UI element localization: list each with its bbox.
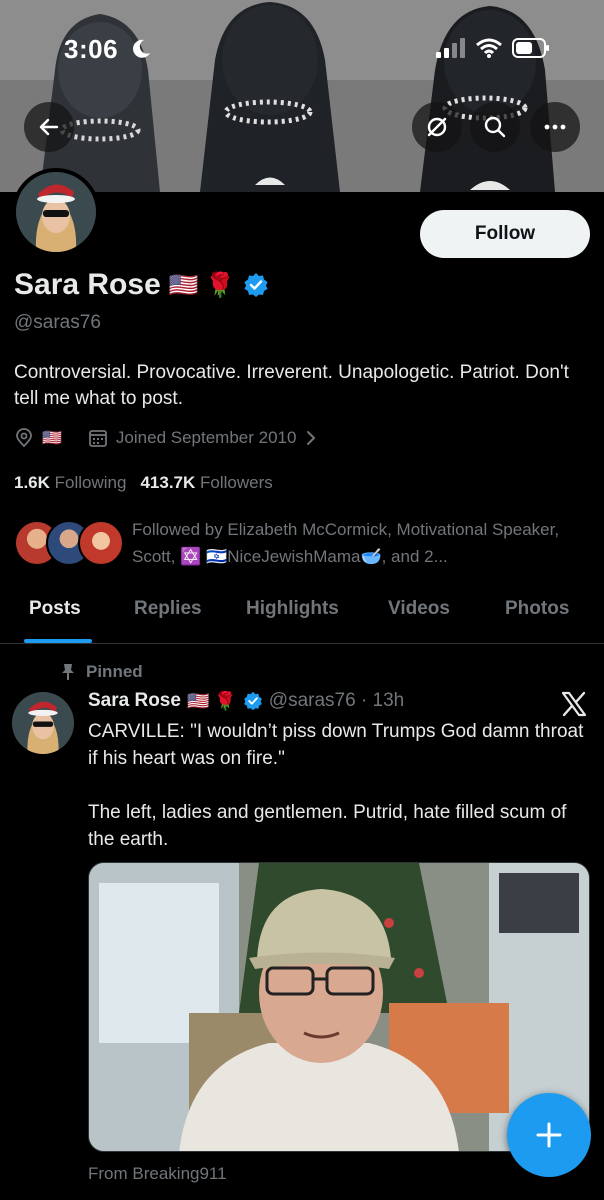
location-flag: 🇺🇸	[42, 430, 62, 447]
pinned-label: Pinned	[86, 662, 143, 681]
status-time: 3:06	[64, 34, 119, 64]
tab-highlights[interactable]: Highlights	[246, 598, 339, 620]
profile-avatar[interactable]	[12, 168, 100, 256]
circle-slash-icon	[427, 117, 447, 137]
pinned-indicator: Pinned	[60, 662, 143, 682]
followers-link[interactable]: 413.7K Followers	[140, 473, 272, 493]
search-button[interactable]	[470, 102, 520, 152]
tweet-author-name[interactable]: Sara Rose	[88, 690, 181, 712]
tweet-source[interactable]: From Breaking911	[88, 1164, 227, 1184]
profile-tabs: Posts Replies Highlights Videos Photos	[0, 590, 604, 644]
calendar-icon	[89, 430, 107, 447]
more-icon	[544, 124, 566, 130]
pin-icon	[62, 664, 74, 680]
name-emojis: 🇺🇸 🌹	[168, 271, 236, 299]
status-bar: 3:06	[0, 30, 604, 70]
profile-meta: 🇺🇸 Joined September 2010	[14, 428, 318, 448]
arrow-left-icon	[39, 118, 59, 136]
tab-videos[interactable]: Videos	[388, 598, 450, 620]
following-label: Following	[54, 473, 127, 492]
tweet-author-emojis: 🇺🇸 🌹	[186, 690, 237, 711]
moon-icon	[133, 39, 150, 58]
avatar-image	[16, 172, 96, 252]
tweet-text: CARVILLE: "I wouldn’t piss down Trumps G…	[88, 721, 584, 850]
profile-banner[interactable]: 3:06	[0, 0, 604, 192]
profile-bio: Controversial. Provocative. Irreverent. …	[14, 362, 569, 409]
followed-by[interactable]: Followed by Elizabeth McCormick, Motivat…	[14, 516, 594, 576]
followers-label: Followers	[200, 473, 273, 492]
signal-icon	[436, 38, 465, 58]
battery-icon	[512, 38, 549, 58]
following-count: 1.6K	[14, 473, 50, 492]
location-icon	[16, 428, 32, 448]
tab-replies[interactable]: Replies	[134, 598, 202, 620]
verified-badge-icon[interactable]	[243, 272, 269, 298]
x-logo-icon[interactable]	[560, 690, 588, 718]
profile-handle: @saras76	[14, 312, 101, 333]
followed-by-avatars	[14, 520, 124, 568]
status-icons	[436, 38, 550, 58]
tab-posts[interactable]: Posts	[29, 598, 81, 620]
banner-image	[0, 0, 604, 192]
profile-name-row: Sara Rose 🇺🇸 🌹	[14, 268, 269, 302]
follow-button[interactable]: Follow	[420, 210, 590, 258]
chevron-right-icon[interactable]	[304, 429, 318, 447]
following-link[interactable]: 1.6K Following	[14, 473, 126, 493]
follow-counts: 1.6K Following 413.7K Followers	[14, 473, 273, 493]
back-button[interactable]	[24, 102, 74, 152]
tweet-header: Sara Rose 🇺🇸 🌹 @saras76 · 13h	[88, 690, 404, 712]
followers-count: 413.7K	[140, 473, 196, 492]
display-name: Sara Rose	[14, 268, 161, 301]
grok-button[interactable]	[412, 102, 462, 152]
joined-date[interactable]: Joined September 2010	[116, 428, 297, 448]
tweet-handle-time: @saras76 · 13h	[268, 690, 405, 711]
plus-icon	[536, 1122, 562, 1148]
wifi-icon	[476, 38, 502, 58]
tweet-avatar[interactable]	[12, 692, 74, 754]
avatar-image	[12, 692, 74, 754]
active-tab-indicator	[24, 639, 92, 643]
search-icon	[484, 116, 506, 138]
compose-button[interactable]	[507, 1093, 591, 1177]
avatar	[78, 520, 124, 566]
verified-badge-icon	[243, 691, 262, 711]
tab-photos[interactable]: Photos	[505, 598, 569, 620]
more-button[interactable]	[530, 102, 580, 152]
followed-by-text: Followed by Elizabeth McCormick, Motivat…	[132, 520, 560, 566]
